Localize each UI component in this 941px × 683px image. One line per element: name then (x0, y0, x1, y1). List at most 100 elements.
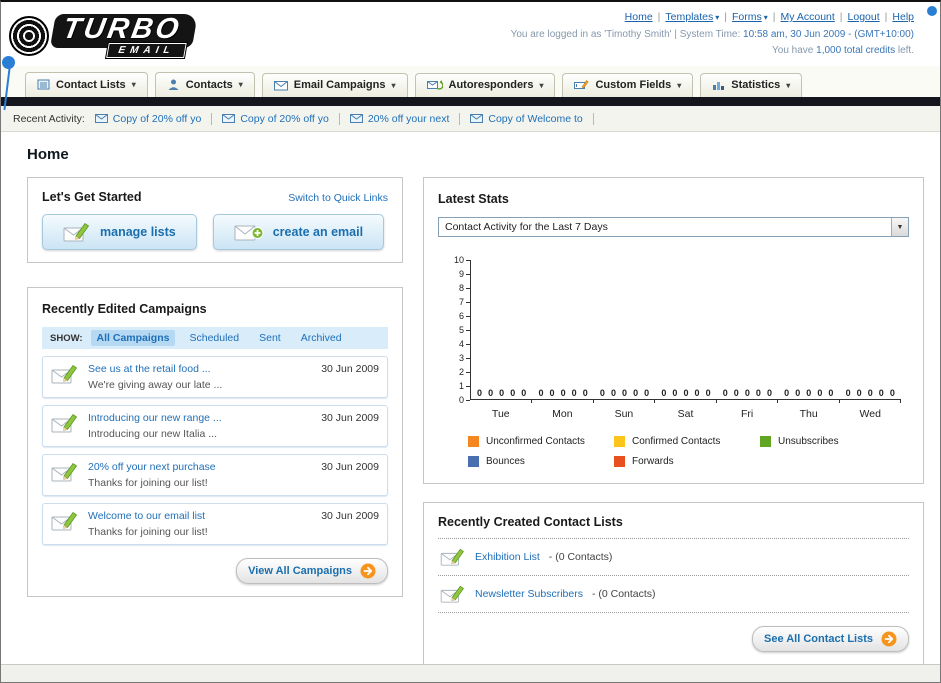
campaigns-title: Recently Edited Campaigns (42, 302, 207, 316)
recent-activity-item[interactable]: Copy of 20% off yo (222, 112, 340, 125)
separator: | (657, 11, 661, 23)
campaign-subtitle: We're giving away our late ... (88, 379, 223, 391)
nav-link-home[interactable]: Home (625, 11, 653, 23)
envelope-icon (222, 114, 236, 123)
see-all-contact-lists-button[interactable]: See All Contact Lists (751, 626, 909, 652)
latest-stats-panel: Latest Stats Contact Activity for the La… (423, 177, 924, 484)
campaign-title-link[interactable]: Introducing our new range ... (88, 412, 312, 424)
campaign-subtitle: Introducing our new Italia ... (88, 428, 217, 440)
pencil-envelope-icon (51, 510, 79, 532)
campaign-date: 30 Jun 2009 (321, 363, 379, 375)
recent-activity-item[interactable]: 20% off your next (349, 112, 461, 125)
tab-custom-fields[interactable]: Custom Fields ▾ (562, 73, 694, 97)
campaign-subtitle: Thanks for joining our list! (88, 477, 208, 489)
activity-item-label: 20% off your next (367, 112, 450, 125)
stats-period-select[interactable]: Contact Activity for the Last 7 Days ▼ (438, 217, 909, 237)
filter-archived[interactable]: Archived (295, 330, 348, 346)
campaign-item[interactable]: 20% off your next purchase Thanks for jo… (42, 454, 388, 496)
nav-link-logout[interactable]: Logout (848, 11, 880, 23)
nav-link-label: Templates (665, 11, 714, 23)
legend-item: Unconfirmed Contacts (468, 436, 614, 447)
top-header: TURBO EMAIL Home | Templates ▾ | Forms ▾ | My Ac… (1, 2, 940, 66)
campaign-title-link[interactable]: See us at the retail food ... (88, 363, 312, 375)
chart-y-tick: 10 (444, 253, 470, 267)
footer-strip (1, 664, 940, 682)
tab-autoresponders[interactable]: Autoresponders ▾ (414, 73, 556, 97)
envelope-plus-icon (234, 221, 264, 243)
chart-day-label: Thu (799, 408, 818, 420)
envelope-icon (349, 114, 363, 123)
tab-contacts[interactable]: Contacts ▾ (154, 72, 255, 97)
chart-value-groups: 00000 00000 00000 00000 00000 00000 00000 (471, 388, 901, 398)
tab-label: Contacts (185, 78, 233, 91)
login-info: You are logged in as 'Timothy Smith' | S… (511, 27, 914, 43)
main-nav: Contact Lists ▾ Contacts ▾ Email Campaig… (1, 66, 940, 97)
recent-activity-item[interactable]: Copy of 20% off yo (94, 112, 213, 125)
custom-fields-icon (574, 79, 590, 91)
timezone: - (GMT+10:00) (848, 29, 914, 41)
pencil-envelope-icon (51, 363, 79, 385)
contact-list-item[interactable]: Newsletter Subscribers - (0 Contacts) (438, 576, 909, 613)
contact-list-detail: - (0 Contacts) (548, 551, 613, 563)
nav-link-templates[interactable]: Templates ▾ (665, 11, 719, 23)
legend-swatch (760, 436, 771, 447)
chart-y-tick: 7 (444, 295, 470, 309)
contact-lists-icon (37, 78, 50, 91)
contact-list-link[interactable]: Newsletter Subscribers (475, 588, 583, 600)
chart-y-tick: 9 (444, 267, 470, 281)
tab-label: Autoresponders (448, 79, 534, 91)
campaign-title-link[interactable]: 20% off your next purchase (88, 461, 312, 473)
arrow-circle-icon (881, 631, 897, 647)
annotation-dot (927, 6, 937, 16)
chart-day-label: Mon (552, 408, 573, 420)
credits-info: You have 1,000 total credits left. (511, 43, 914, 59)
chart-y-tick: 0 (444, 393, 470, 407)
campaign-date: 30 Jun 2009 (321, 461, 379, 473)
campaign-item[interactable]: See us at the retail food ... We're givi… (42, 356, 388, 398)
main-content: Home Let's Get Started Switch to Quick L… (1, 132, 940, 665)
separator: | (772, 11, 776, 23)
campaign-item[interactable]: Welcome to our email list Thanks for joi… (42, 503, 388, 545)
tab-contact-lists[interactable]: Contact Lists ▾ (25, 72, 148, 97)
legend-swatch (468, 436, 479, 447)
login-prefix: You are logged in as 'Timothy Smith' | S… (510, 29, 741, 41)
chart-value-group: 00000 (599, 388, 650, 398)
page-title: Home (27, 146, 69, 163)
chart-y-tick: 5 (444, 323, 470, 337)
nav-link-forms[interactable]: Forms ▾ (732, 11, 768, 23)
envelope-icon (94, 114, 108, 123)
view-all-campaigns-button[interactable]: View All Campaigns (236, 558, 388, 584)
logo-subtitle: EMAIL (105, 41, 188, 59)
chart-value-group: 00000 (477, 388, 527, 398)
switch-quick-links[interactable]: Switch to Quick Links (288, 192, 388, 204)
filter-sent[interactable]: Sent (253, 330, 287, 346)
chart-y-tick: 3 (444, 351, 470, 365)
create-email-button[interactable]: create an email (212, 214, 385, 250)
see-all-contact-lists-label: See All Contact Lists (763, 633, 873, 645)
recent-activity-item[interactable]: Copy of Welcome to (470, 112, 594, 125)
legend-label: Bounces (486, 456, 525, 467)
recent-campaigns-panel: Recently Edited Campaigns SHOW: All Camp… (27, 287, 403, 597)
nav-link-help[interactable]: Help (892, 11, 914, 23)
filter-all-campaigns[interactable]: All Campaigns (90, 330, 176, 346)
nav-link-my-account[interactable]: My Account (781, 11, 835, 23)
recent-contact-lists-panel: Recently Created Contact Lists Exhibitio… (423, 502, 924, 665)
campaign-item[interactable]: Introducing our new range ... Introducin… (42, 405, 388, 447)
contact-list-item[interactable]: Exhibition List - (0 Contacts) (438, 539, 909, 576)
contact-list-link[interactable]: Exhibition List (475, 551, 540, 563)
tab-label: Custom Fields (595, 79, 672, 91)
filter-scheduled[interactable]: Scheduled (183, 330, 245, 346)
legend-label: Confirmed Contacts (632, 436, 721, 447)
manage-lists-button[interactable]: manage lists (42, 214, 197, 250)
legend-label: Unsubscribes (778, 436, 839, 447)
chart-y-axis: 10 9 8 7 6 5 4 3 2 1 0 (444, 253, 470, 407)
tab-statistics[interactable]: Statistics ▾ (700, 73, 803, 97)
campaign-title-link[interactable]: Welcome to our email list (88, 510, 312, 522)
tab-label: Email Campaigns (293, 79, 386, 91)
activity-item-label: Copy of 20% off yo (240, 112, 329, 125)
chevron-down-icon: ▾ (238, 80, 243, 89)
pencil-envelope-icon (440, 584, 466, 604)
tab-email-campaigns[interactable]: Email Campaigns ▾ (261, 73, 408, 97)
campaign-subtitle: Thanks for joining our list! (88, 526, 208, 538)
turbo-email-logo: TURBO EMAIL (9, 6, 198, 66)
